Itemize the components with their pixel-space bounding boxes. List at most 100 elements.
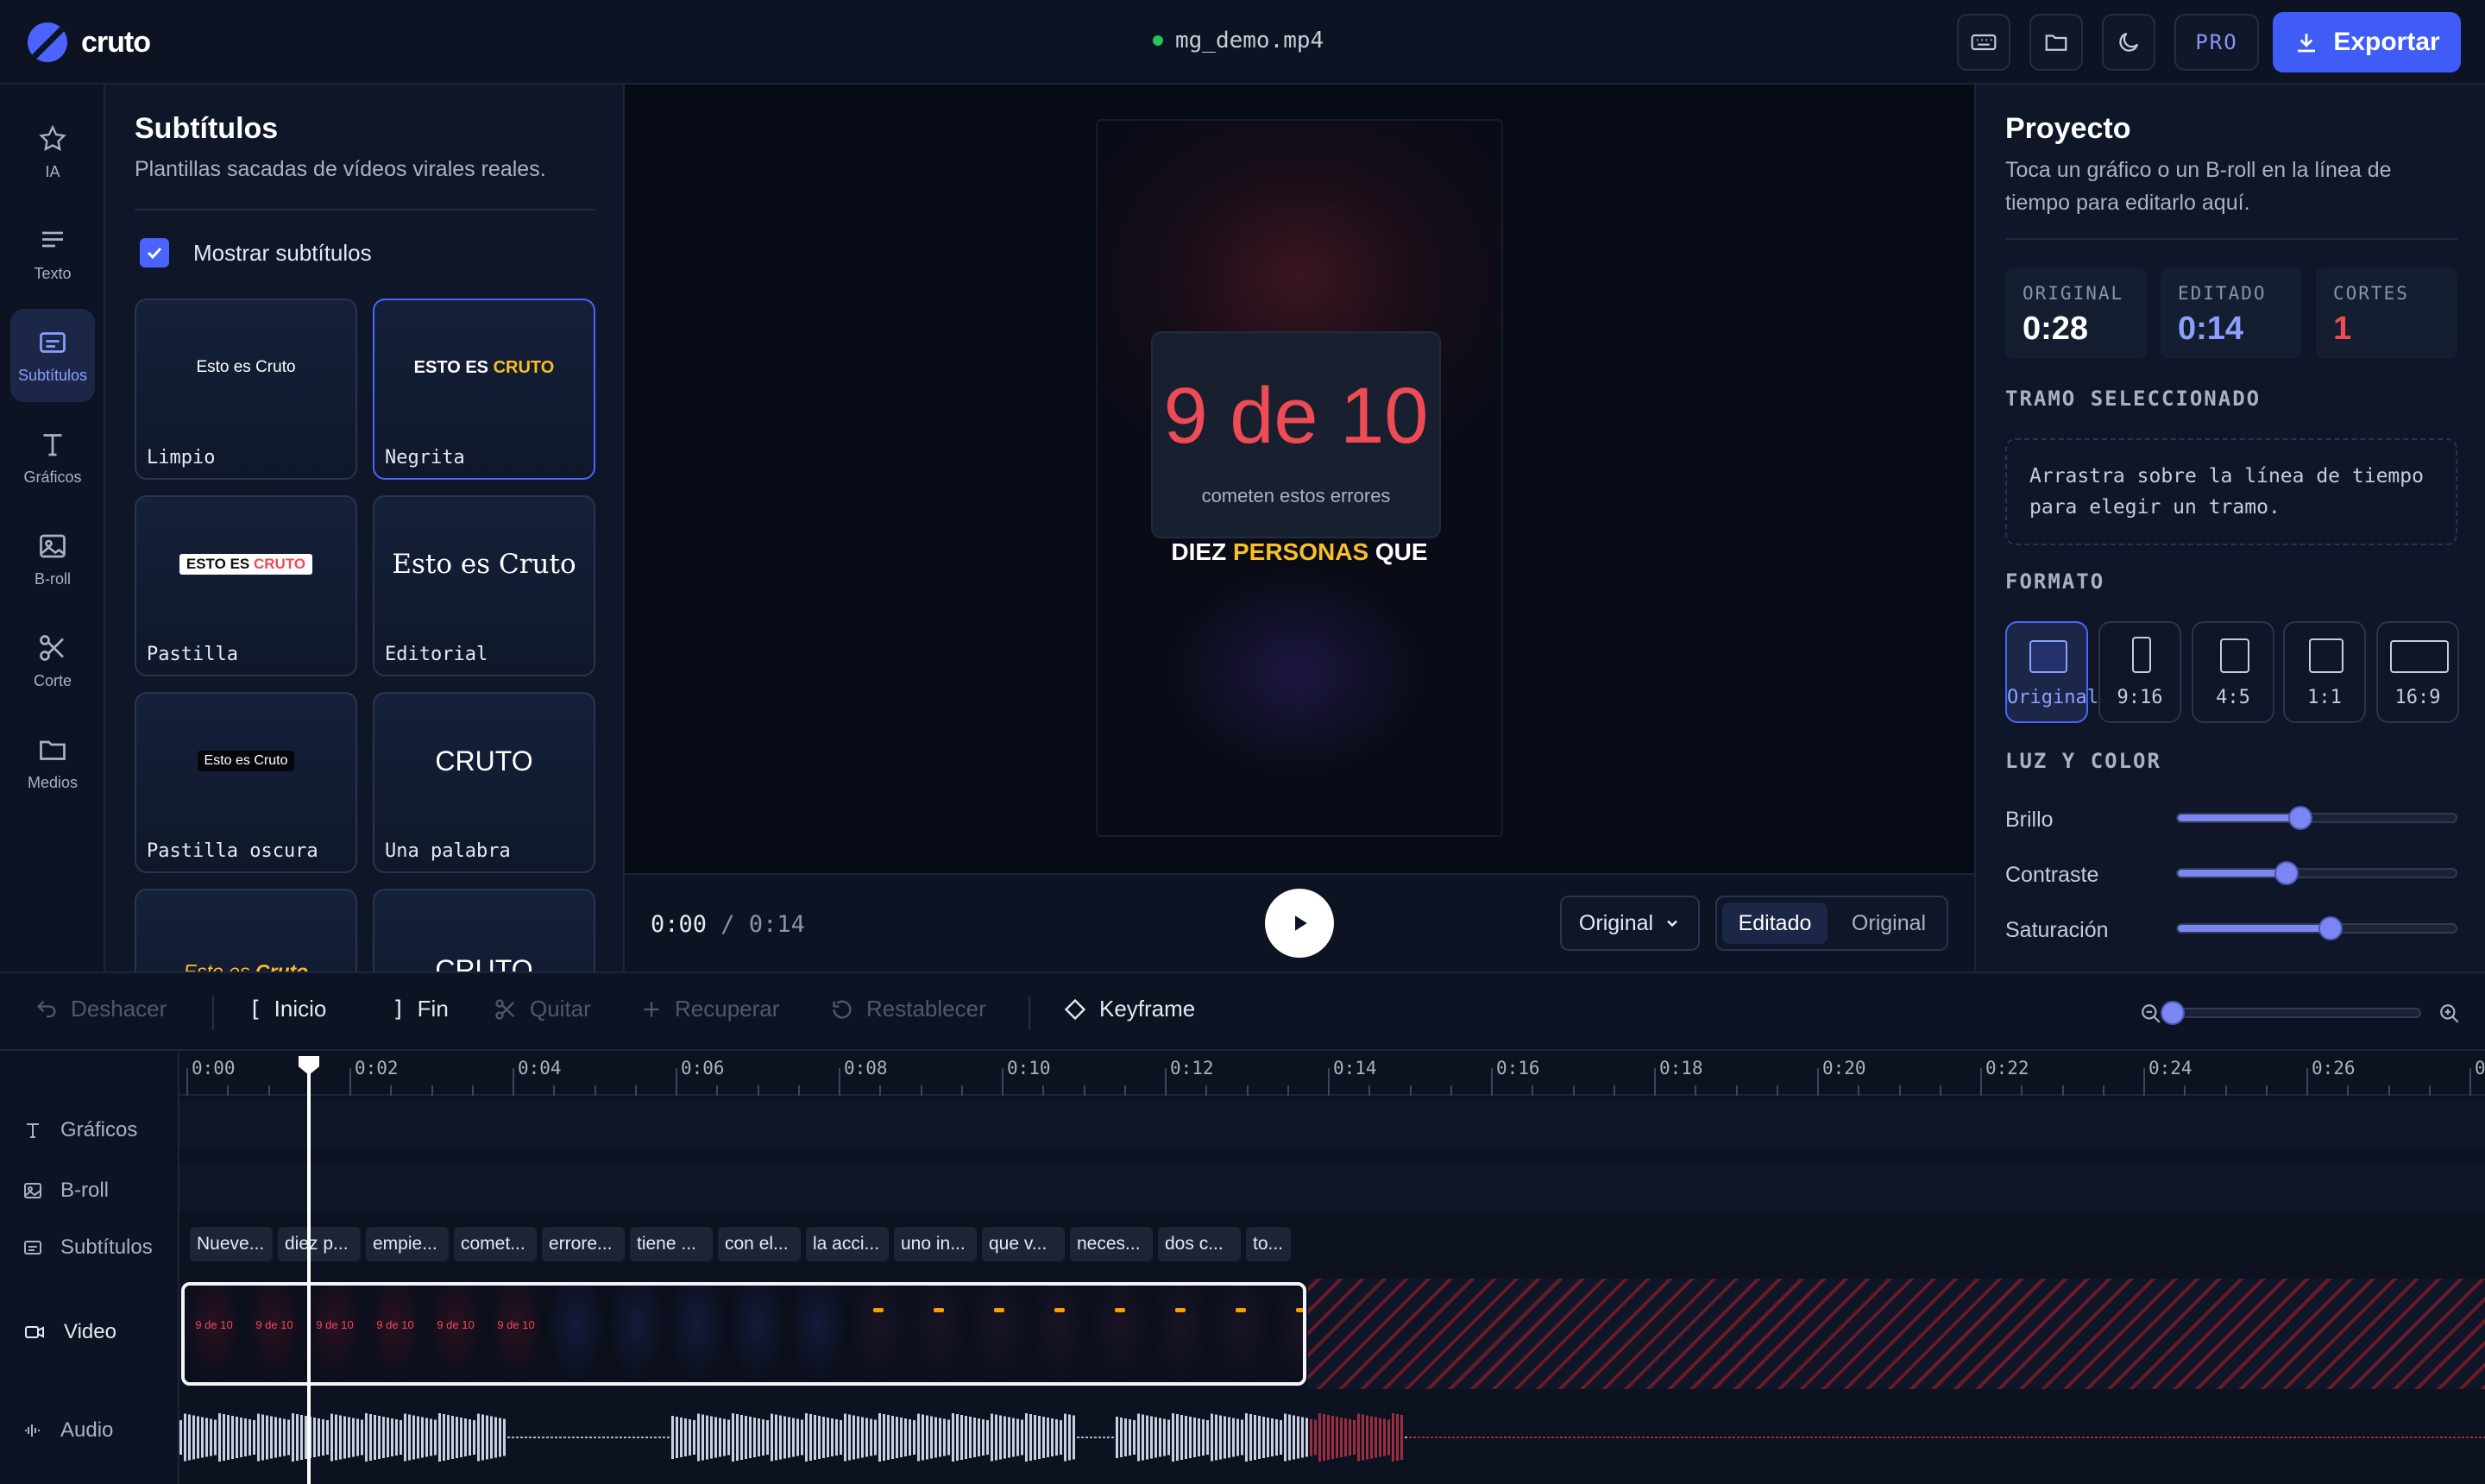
subtitle-chip[interactable]: Nueve... bbox=[190, 1227, 273, 1261]
subtitle-chip[interactable]: neces... bbox=[1070, 1227, 1153, 1261]
set-end-button[interactable]: ] Fin bbox=[392, 996, 449, 1022]
stat-editado: EDITADO 0:14 bbox=[2161, 267, 2302, 359]
playhead[interactable] bbox=[307, 1058, 311, 1484]
removed-segment[interactable] bbox=[1308, 1279, 2485, 1389]
waveform-bar bbox=[473, 1420, 475, 1455]
subtitle-chip[interactable]: errore... bbox=[542, 1227, 625, 1261]
slider-knob[interactable] bbox=[2274, 861, 2299, 885]
time-ruler[interactable]: 0:00 0:02 0:04 0:06 0:08 0:10 0:12 0:14 0:16 0:18… bbox=[179, 1051, 2485, 1096]
video-clip[interactable]: 9 de 10 9 de 10 9 de 10 9 de 10 9 de 10 9 de … bbox=[181, 1282, 1306, 1386]
subtitle-chip[interactable]: to... bbox=[1246, 1227, 1291, 1261]
track-lane-broll[interactable] bbox=[179, 1163, 2485, 1211]
track-lane-subtitulos[interactable]: Nueve... diez p... empie... comet... errore.… bbox=[179, 1220, 2485, 1270]
moon-icon bbox=[2119, 32, 2139, 52]
total-time: 0:14 bbox=[748, 911, 805, 938]
waveform-bar bbox=[753, 1418, 756, 1457]
subtitle-chip[interactable]: tiene ... bbox=[630, 1227, 713, 1261]
format-option-original[interactable]: Original bbox=[2005, 621, 2098, 723]
template-card-pastilla-oscura[interactable]: Esto es Cruto Pastilla oscura bbox=[135, 692, 357, 873]
subtitle-chip[interactable]: con el... bbox=[718, 1227, 801, 1261]
format-select[interactable]: Original bbox=[1560, 896, 1700, 951]
waveform-bar bbox=[1970, 1437, 1972, 1438]
template-card-limpio[interactable]: Esto es Cruto Limpio bbox=[135, 299, 357, 480]
zoom-knob[interactable] bbox=[2161, 1001, 2185, 1025]
format-option-16-9[interactable]: 16:9 bbox=[2376, 621, 2459, 723]
keyboard-button[interactable] bbox=[1957, 14, 2010, 71]
stat-graphic[interactable]: 9 de 10 cometen estos errores bbox=[1151, 331, 1441, 538]
waveform-bar bbox=[227, 1415, 230, 1460]
waveform-bar bbox=[1133, 1420, 1136, 1455]
subtitle-chip[interactable]: dos c... bbox=[1158, 1227, 1241, 1261]
theme-toggle-button[interactable] bbox=[2102, 14, 2155, 71]
contrast-slider[interactable] bbox=[2176, 861, 2457, 885]
view-editado-button[interactable]: Editado bbox=[1722, 902, 1828, 944]
track-lane-graficos[interactable] bbox=[179, 1101, 2485, 1149]
rail-item-corte[interactable]: Corte bbox=[10, 614, 95, 707]
track-labels: Gráficos B-roll Subtítulos Video Audio bbox=[0, 1051, 179, 1484]
subtitle-chip[interactable]: que v... bbox=[982, 1227, 1065, 1261]
waveform-bar bbox=[2216, 1437, 2218, 1438]
play-button[interactable] bbox=[1265, 889, 1334, 958]
pro-badge-button[interactable]: PRO bbox=[2174, 14, 2259, 71]
subtitle-chip[interactable]: empie... bbox=[366, 1227, 449, 1261]
ruler-label: 0:08 bbox=[844, 1058, 888, 1078]
zoom-slider[interactable] bbox=[2161, 1001, 2421, 1025]
audio-waveform[interactable] bbox=[179, 1396, 2485, 1479]
template-card-cruto[interactable]: CRUTO bbox=[373, 889, 595, 972]
view-original-button[interactable]: Original bbox=[1836, 902, 1941, 944]
panel-subtitle: Toca un gráfico o un B-roll en la línea … bbox=[2005, 158, 2392, 215]
subtitle-chip[interactable]: diez p... bbox=[278, 1227, 361, 1261]
subtitle-chip[interactable]: comet... bbox=[454, 1227, 537, 1261]
open-folder-button[interactable] bbox=[2029, 14, 2083, 71]
thumbnail-mark bbox=[1296, 1308, 1303, 1312]
zoom-in-icon[interactable] bbox=[2438, 1003, 2461, 1025]
brightness-slider[interactable] bbox=[2176, 806, 2457, 830]
video-frame[interactable]: 9 de 10 cometen estos errores DIEZ PERSO… bbox=[1096, 119, 1503, 837]
rail-item-broll[interactable]: B-roll bbox=[10, 512, 95, 606]
waveform-bar bbox=[378, 1416, 381, 1459]
template-card-pastilla[interactable]: ESTO ES CRUTO Pastilla bbox=[135, 495, 357, 676]
waveform-bar bbox=[1051, 1418, 1054, 1456]
waveform-bar bbox=[822, 1417, 825, 1458]
template-card-cursiva[interactable]: Esto es Cruto bbox=[135, 889, 357, 972]
template-card-editorial[interactable]: Esto es Cruto Editorial bbox=[373, 495, 595, 676]
template-card-negrita[interactable]: ESTO ES CRUTO Negrita bbox=[373, 299, 595, 480]
zoom-out-icon[interactable] bbox=[2140, 1003, 2162, 1025]
show-subtitles-checkbox[interactable] bbox=[140, 238, 169, 267]
keyframe-button[interactable]: Keyframe bbox=[1063, 996, 1195, 1022]
stat-original: ORIGINAL 0:28 bbox=[2005, 267, 2147, 359]
waveform-bar bbox=[1111, 1437, 1114, 1438]
subtitle-chip[interactable]: uno in... bbox=[894, 1227, 977, 1261]
rail-item-graficos[interactable]: Gráficos bbox=[10, 411, 95, 504]
waveform-bar bbox=[2052, 1437, 2054, 1438]
template-preview: Esto es Cruto bbox=[136, 694, 355, 828]
rail-item-medios[interactable]: Medios bbox=[10, 716, 95, 809]
track-label-text: Subtítulos bbox=[60, 1236, 153, 1259]
rail-item-texto[interactable]: Texto bbox=[10, 207, 95, 300]
set-start-button[interactable]: [ Inicio bbox=[248, 996, 326, 1022]
waveform-bar bbox=[680, 1418, 683, 1457]
app-logo[interactable]: cruto bbox=[28, 22, 151, 62]
rail-item-subtitulos[interactable]: Subtítulos bbox=[10, 309, 95, 402]
format-option-4-5[interactable]: 4:5 bbox=[2192, 621, 2274, 723]
format-option-9-16[interactable]: 9:16 bbox=[2098, 621, 2181, 723]
subtitle-chip[interactable]: la acci... bbox=[806, 1227, 889, 1261]
slider-knob[interactable] bbox=[2287, 806, 2312, 830]
slider-knob[interactable] bbox=[2318, 916, 2343, 940]
saturation-slider[interactable] bbox=[2176, 916, 2457, 940]
reset-button[interactable]: Restablecer bbox=[830, 996, 986, 1022]
format-option-1-1[interactable]: 1:1 bbox=[2283, 621, 2366, 723]
waveform-bar bbox=[2207, 1437, 2210, 1438]
waveform-bar bbox=[529, 1437, 532, 1438]
rail-item-ia[interactable]: IA bbox=[10, 105, 95, 198]
restore-button[interactable]: Recuperar bbox=[640, 996, 779, 1022]
range-hint[interactable]: Arrastra sobre la línea de tiempo para e… bbox=[2005, 438, 2457, 545]
undo-button[interactable]: Deshacer bbox=[35, 996, 167, 1022]
export-button[interactable]: Exportar bbox=[2273, 12, 2461, 72]
waveform-bar bbox=[2117, 1437, 2119, 1438]
waveform-bar bbox=[2233, 1437, 2236, 1438]
waveform-bar bbox=[1767, 1437, 1770, 1438]
subtitle-caption[interactable]: DIEZ PERSONAS QUE bbox=[1098, 538, 1501, 566]
template-card-una-palabra[interactable]: CRUTO Una palabra bbox=[373, 692, 595, 873]
remove-button[interactable]: Quitar bbox=[494, 996, 591, 1022]
